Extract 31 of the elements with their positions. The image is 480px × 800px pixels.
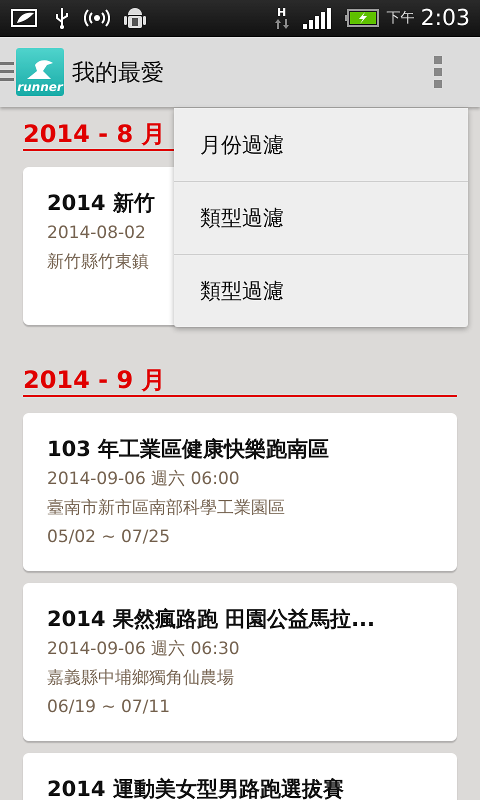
month-header: 2014 - 9 月 xyxy=(23,353,457,397)
event-title: 2014 運動美女型男路跑選拔賽 xyxy=(47,776,344,800)
menu-item[interactable]: 類型過濾 xyxy=(174,254,468,327)
menu-icon[interactable] xyxy=(0,60,14,84)
event-location: 臺南市新市區南部科學工業園區 xyxy=(47,497,285,520)
event-datetime: 2014-09-06 週六 06:00 xyxy=(47,468,240,491)
event-title: 2014 果然瘋路跑 田園公益馬拉... xyxy=(47,606,376,633)
leaf-icon xyxy=(10,7,40,29)
wireless-icon xyxy=(84,8,110,28)
event-location: 新竹縣竹東鎮 xyxy=(47,251,149,274)
event-datetime: 2014-08-02 xyxy=(47,222,146,245)
network-type: H xyxy=(276,7,286,19)
event-title: 103 年工業區健康快樂跑南區 xyxy=(47,436,330,463)
signal-icon xyxy=(302,7,331,29)
usb-icon xyxy=(54,6,70,30)
event-card[interactable]: 2014 運動美女型男路跑選拔賽 xyxy=(23,753,457,800)
event-title: 2014 新竹 xyxy=(47,190,155,217)
event-location: 嘉義縣中埔鄉獨角仙農場 xyxy=(47,667,234,690)
data-arrows-icon xyxy=(274,19,289,29)
registration-period: 05/02 ~ 07/25 xyxy=(47,526,170,549)
logo-text: runner xyxy=(17,81,63,96)
event-card[interactable]: 2014 果然瘋路跑 田園公益馬拉... 2014-09-06 週六 06:30 嘉義縣中埔鄉獨角仙農場 06/19 ~ 07/11 xyxy=(23,583,457,741)
menu-item[interactable]: 類型過濾 xyxy=(174,181,468,254)
overflow-menu-icon[interactable] xyxy=(434,56,442,88)
registration-period: 06/19 ~ 07/11 xyxy=(47,696,170,719)
event-card[interactable]: 103 年工業區健康快樂跑南區 2014-09-06 週六 06:00 臺南市新市區南部科學工業園區 05/02 ~ 07/25 xyxy=(23,413,457,571)
event-datetime: 2014-09-06 週六 06:30 xyxy=(47,638,240,661)
clock-time: 2:03 xyxy=(420,6,470,30)
time-period: 下午 xyxy=(386,9,415,27)
battery-charging-icon xyxy=(344,8,379,28)
screen-title: 我的最愛 xyxy=(72,58,164,88)
